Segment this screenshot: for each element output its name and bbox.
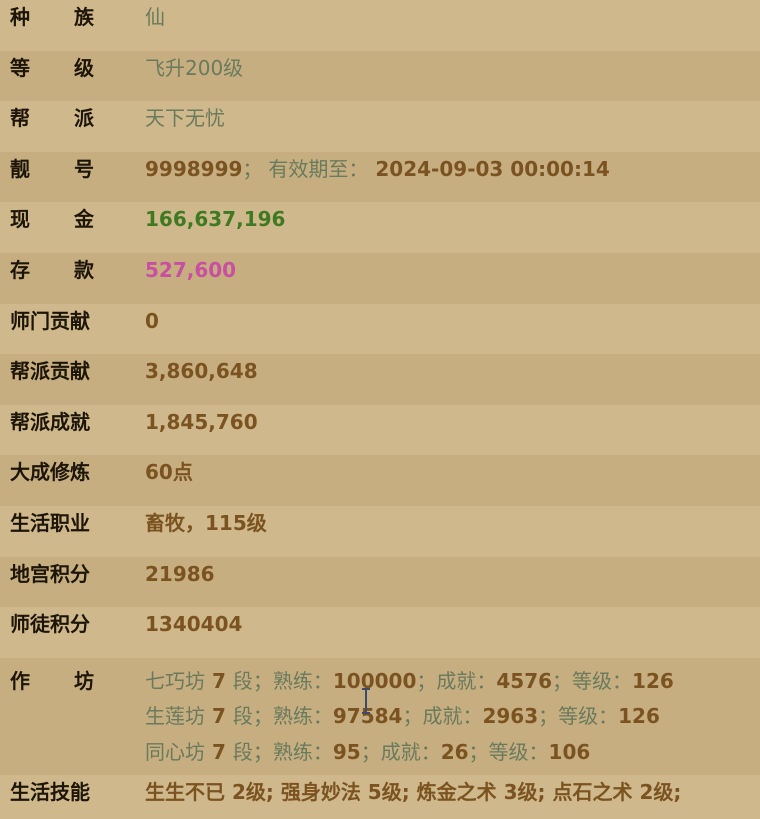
value-gang-achieve: 1,845,760 bbox=[145, 409, 258, 434]
workshop-list: 七巧坊 7 段；熟练：100000；成就：4576；等级：126 生莲坊 7 段… bbox=[145, 664, 674, 771]
workshop-ach-label: ；成就： bbox=[360, 739, 441, 764]
label-char: 派 bbox=[74, 106, 94, 131]
workshop-name: 同心坊 bbox=[145, 739, 205, 764]
label-cash: 现金 bbox=[0, 206, 145, 232]
separator: ； bbox=[242, 156, 263, 181]
workshop-lvl: 126 bbox=[632, 668, 674, 693]
value-deposit: 527,600 bbox=[145, 257, 237, 282]
label-life-skills: 生活技能 bbox=[10, 779, 90, 804]
label-deposit: 存款 bbox=[0, 257, 145, 283]
row-gang-contrib: 帮派贡献 3,860,648 bbox=[0, 354, 760, 405]
value-cultivation: 60点 bbox=[145, 460, 193, 485]
row-deposit: 存款 527,600 bbox=[0, 252, 760, 304]
workshop-ach-label: ；成就： bbox=[416, 668, 497, 693]
label-char: 帮 bbox=[10, 106, 30, 131]
workshop-seg: 7 bbox=[211, 739, 226, 764]
label-dungeon-points: 地宫积分 bbox=[10, 561, 90, 586]
workshop-line: 生莲坊 7 段；熟练：97584；成就：2963；等级：126 bbox=[145, 699, 674, 735]
label-cultivation: 大成修炼 bbox=[10, 460, 90, 485]
workshop-prof: 100000 bbox=[332, 668, 417, 693]
row-pretty-id: 靓号 9998999； 有效期至： 2024-09-03 00:00:14 bbox=[0, 151, 760, 203]
row-gang-achieve: 帮派成就 1,845,760 bbox=[0, 404, 760, 456]
workshop-ach: 2963 bbox=[482, 704, 539, 729]
workshop-seg: 7 bbox=[211, 668, 226, 693]
label-char: 族 bbox=[74, 5, 94, 29]
label-gang-achieve: 帮派成就 bbox=[10, 409, 90, 434]
label-char: 存 bbox=[10, 257, 30, 282]
label-char: 靓 bbox=[10, 156, 30, 181]
label-char: 级 bbox=[74, 55, 94, 80]
workshop-seg-unit: 段；熟练： bbox=[232, 739, 333, 764]
valid-until-value: 2024-09-03 00:00:14 bbox=[375, 156, 610, 181]
label-mentor-points: 师徒积分 bbox=[10, 612, 90, 637]
label-sect-contrib: 师门贡献 bbox=[10, 308, 90, 333]
workshop-line: 七巧坊 7 段；熟练：100000；成就：4576；等级：126 bbox=[145, 664, 674, 700]
row-workshop: 作坊 七巧坊 7 段；熟练：100000；成就：4576；等级：126 生莲坊 … bbox=[0, 657, 760, 775]
workshop-ach: 4576 bbox=[496, 668, 553, 693]
label-level: 等级 bbox=[0, 55, 145, 81]
workshop-lvl-label: ；等级： bbox=[552, 668, 633, 693]
row-cultivation: 大成修炼 60点 bbox=[0, 455, 760, 506]
workshop-lvl-label: ；等级： bbox=[468, 739, 549, 764]
label-char: 金 bbox=[74, 207, 94, 232]
row-sect-contrib: 师门贡献 0 bbox=[0, 303, 760, 355]
character-info-panel: 种族 仙 等级 飞升200级 帮派 天下无忧 靓号 9998999； 有效期至： … bbox=[0, 0, 760, 819]
value-life-skills: 生生不已 2级; 强身妙法 5级; 炼金之术 3级; 点石之术 2级; bbox=[145, 779, 682, 804]
label-gang-contrib: 帮派贡献 bbox=[10, 359, 90, 384]
value-life-job: 畜牧，115级 bbox=[145, 510, 267, 535]
workshop-name: 七巧坊 bbox=[145, 668, 205, 693]
value-dungeon-points: 21986 bbox=[145, 561, 215, 586]
row-life-job: 生活职业 畜牧，115级 bbox=[0, 505, 760, 557]
workshop-lvl: 106 bbox=[548, 739, 591, 764]
valid-until-label: 有效期至： bbox=[268, 156, 369, 181]
row-dungeon-points: 地宫积分 21986 bbox=[0, 556, 760, 608]
row-cash: 现金 166,637,196 bbox=[0, 202, 760, 253]
workshop-prof: 97584 bbox=[332, 704, 403, 729]
label-race: 种族 bbox=[0, 4, 145, 30]
workshop-lvl-label: ；等级： bbox=[538, 704, 619, 729]
value-pretty-id: 9998999； 有效期至： 2024-09-03 00:00:14 bbox=[145, 156, 610, 182]
row-mentor-points: 师徒积分 1340404 bbox=[0, 607, 760, 658]
label-char: 种 bbox=[10, 5, 30, 29]
value-gang-contrib: 3,860,648 bbox=[145, 359, 258, 384]
label-gang: 帮派 bbox=[0, 105, 145, 131]
value-cash: 166,637,196 bbox=[145, 207, 286, 232]
value-gang: 天下无忧 bbox=[145, 106, 225, 131]
row-level: 等级 飞升200级 bbox=[0, 50, 760, 102]
value-race: 仙 bbox=[145, 5, 165, 29]
label-workshop: 作坊 bbox=[0, 664, 145, 700]
row-life-skills: 生活技能 生生不已 2级; 强身妙法 5级; 炼金之术 3级; 点石之术 2级; bbox=[0, 774, 760, 819]
workshop-seg-unit: 段；熟练： bbox=[232, 668, 333, 693]
workshop-ach: 26 bbox=[440, 739, 469, 764]
workshop-ach-label: ；成就： bbox=[402, 704, 483, 729]
workshop-name: 生莲坊 bbox=[145, 704, 205, 729]
label-char: 等 bbox=[10, 55, 30, 80]
label-life-job: 生活职业 bbox=[10, 510, 90, 535]
workshop-lvl: 126 bbox=[618, 704, 660, 729]
value-level: 飞升200级 bbox=[145, 55, 244, 80]
label-char: 作 bbox=[10, 668, 30, 693]
label-char: 坊 bbox=[74, 668, 94, 693]
row-race: 种族 仙 bbox=[0, 0, 760, 51]
workshop-line: 同心坊 7 段；熟练：95；成就：26；等级：106 bbox=[145, 735, 674, 771]
label-char: 号 bbox=[74, 156, 94, 181]
label-char: 现 bbox=[10, 207, 30, 232]
pretty-id-number: 9998999 bbox=[145, 156, 243, 181]
row-gang: 帮派 天下无忧 bbox=[0, 101, 760, 152]
label-char: 款 bbox=[74, 257, 94, 282]
label-pretty-id: 靓号 bbox=[0, 156, 145, 182]
value-sect-contrib: 0 bbox=[145, 308, 159, 333]
workshop-seg: 7 bbox=[211, 704, 226, 729]
value-mentor-points: 1340404 bbox=[145, 612, 243, 637]
workshop-seg-unit: 段；熟练： bbox=[232, 704, 333, 729]
workshop-prof: 95 bbox=[332, 739, 361, 764]
